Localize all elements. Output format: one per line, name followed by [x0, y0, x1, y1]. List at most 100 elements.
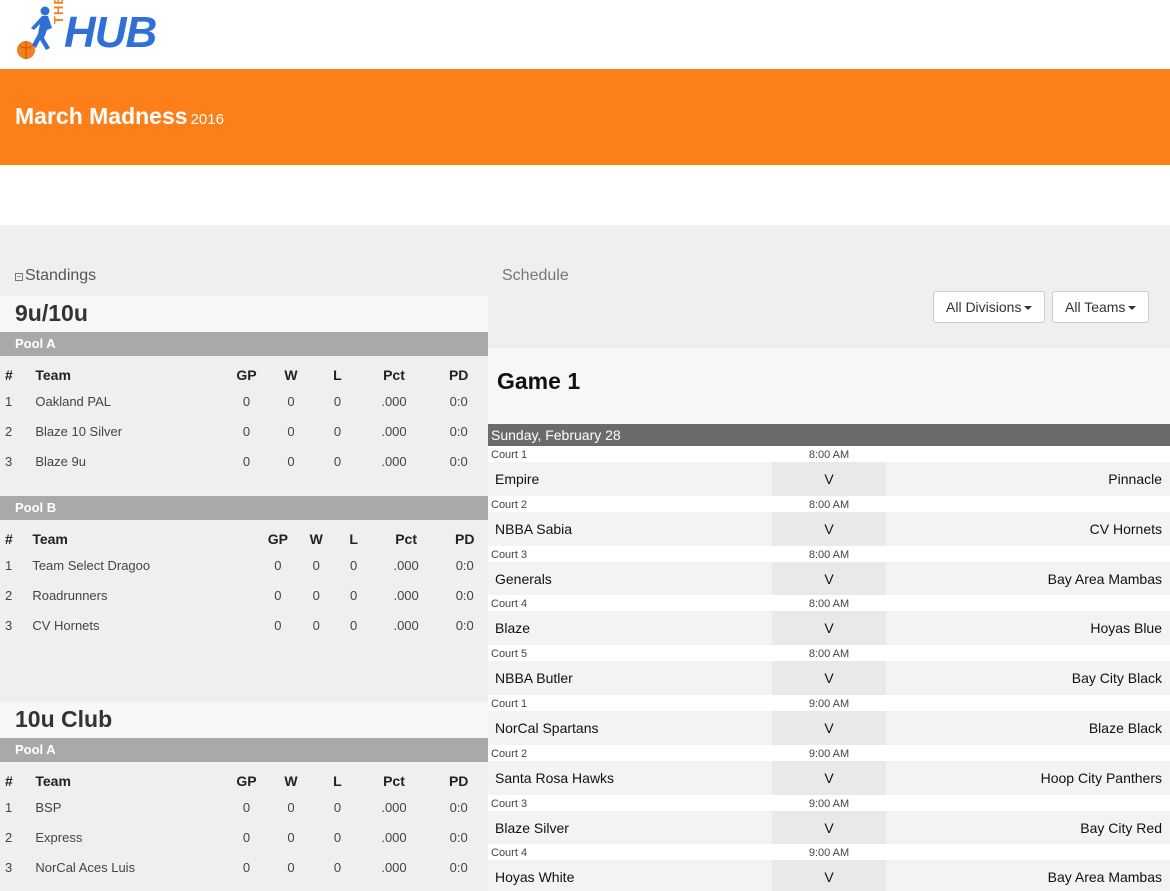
away-team[interactable]: Bay City Black — [1072, 670, 1162, 686]
away-team[interactable]: Hoop City Panthers — [1041, 770, 1162, 786]
home-team[interactable]: NBBA Butler — [495, 670, 573, 686]
team-name[interactable]: Team Select Dragoo — [32, 550, 259, 580]
schedule-panel: Schedule All Divisions All Teams Game 1 … — [488, 225, 1170, 891]
table-cell: 2 — [5, 829, 13, 845]
table-cell: 3 — [5, 453, 13, 469]
table-cell: 0 — [287, 829, 295, 845]
column-header[interactable]: Pct — [359, 356, 430, 386]
table-cell: 0 — [274, 617, 282, 633]
team-name[interactable]: CV Hornets — [32, 610, 259, 640]
game-row[interactable]: Court 4 9:00 AM Hoyas White V Bay Area Mamba… — [488, 844, 1170, 891]
table-cell: 0 — [349, 587, 358, 603]
court-label: Court 1 — [491, 697, 528, 710]
away-team[interactable]: Bay Area Mambas — [1048, 571, 1162, 587]
collapse-icon[interactable]: − — [15, 273, 23, 281]
versus-label: V — [772, 661, 886, 696]
team-name[interactable]: Blaze 9u — [35, 446, 227, 476]
column-header[interactable]: L — [316, 762, 358, 792]
hub-logo[interactable]: THE HUB — [14, 0, 184, 66]
column-header[interactable]: Pct — [371, 520, 442, 550]
table-header-row: # Team GP W L Pct PD — [0, 520, 488, 550]
column-header[interactable]: # — [0, 762, 35, 792]
divisions-dropdown[interactable]: All Divisions — [933, 291, 1046, 323]
game-row[interactable]: Court 2 9:00 AM Santa Rosa Hawks V Hoop City… — [488, 744, 1170, 795]
team-name[interactable]: Blaze 10 Silver — [35, 416, 227, 446]
pool: Pool A # Team GP W L Pct PD 1 BSP 0 0 0 .000 0:0 2 Expre… — [0, 738, 488, 891]
away-team[interactable]: Bay Area Mambas — [1048, 869, 1162, 885]
game-meta: Court 3 9:00 AM — [488, 794, 1170, 811]
event-banner: March Madness 2016 — [0, 69, 1170, 165]
home-team[interactable]: Empire — [495, 471, 539, 487]
court-label: Court 3 — [491, 797, 528, 810]
away-team[interactable]: Blaze Black — [1089, 720, 1162, 736]
team-name[interactable]: Roadrunners — [32, 580, 259, 610]
game-matchup: Blaze Silver V Bay City Red — [488, 810, 1170, 845]
table-cell: .000 — [381, 423, 407, 439]
game-row[interactable]: Court 3 8:00 AM Generals V Bay Area Mambas — [488, 545, 1170, 596]
home-team[interactable]: NorCal Spartans — [495, 720, 599, 736]
table-cell: 0:0 — [449, 829, 468, 845]
column-header[interactable]: PD — [429, 762, 488, 792]
table-cell: 0 — [333, 859, 342, 875]
column-header[interactable]: Team — [35, 356, 227, 386]
table-cell: 0:0 — [449, 423, 468, 439]
column-header[interactable]: Team — [32, 520, 259, 550]
teams-dropdown[interactable]: All Teams — [1052, 291, 1150, 323]
home-team[interactable]: Blaze — [495, 620, 530, 636]
home-team[interactable]: Hoyas White — [495, 869, 574, 885]
table-cell: 0:0 — [449, 393, 468, 409]
pool-spacer — [0, 882, 488, 891]
game-row[interactable]: Court 5 8:00 AM NBBA Butler V Bay City Black — [488, 645, 1170, 696]
home-team[interactable]: Santa Rosa Hawks — [495, 770, 614, 786]
column-header[interactable]: L — [336, 520, 370, 550]
column-header[interactable]: GP — [260, 520, 296, 550]
court-label: Court 4 — [491, 598, 528, 611]
team-name[interactable]: Express — [35, 822, 227, 852]
team-name[interactable]: NorCal Aces Luis — [35, 852, 227, 882]
pool-spacer — [0, 640, 488, 660]
game-row[interactable]: Court 4 8:00 AM Blaze V Hoyas Blue — [488, 595, 1170, 646]
column-header[interactable]: W — [266, 762, 317, 792]
game-row[interactable]: Court 2 8:00 AM NBBA Sabia V CV Hornets — [488, 495, 1170, 546]
home-team[interactable]: NBBA Sabia — [495, 521, 572, 537]
teams-dropdown-label: All Teams — [1065, 299, 1126, 315]
column-header[interactable]: Team — [35, 762, 227, 792]
away-team[interactable]: Hoyas Blue — [1090, 620, 1162, 636]
game-row[interactable]: Court 1 8:00 AM Empire V Pinnacle — [488, 446, 1170, 496]
column-header[interactable]: W — [266, 356, 317, 386]
game-header: Game 1 — [488, 348, 1170, 424]
table-row: 2 Express 0 0 0 .000 0:0 — [0, 822, 488, 852]
away-team[interactable]: Pinnacle — [1108, 471, 1162, 487]
standings-toggle[interactable]: − Standings — [15, 267, 96, 285]
column-header[interactable]: # — [0, 520, 32, 550]
table-row: 2 Blaze 10 Silver 0 0 0 .000 0:0 — [0, 416, 488, 446]
column-header[interactable]: Pct — [359, 762, 430, 792]
away-team[interactable]: Bay City Red — [1080, 820, 1162, 836]
table-cell: 0:0 — [455, 587, 474, 603]
game-time: 9:00 AM — [808, 697, 850, 710]
column-header[interactable]: L — [316, 356, 358, 386]
column-header[interactable]: GP — [227, 762, 265, 792]
column-header[interactable]: W — [296, 520, 336, 550]
column-header[interactable]: # — [0, 356, 35, 386]
table-cell: 0 — [333, 393, 342, 409]
home-team[interactable]: Generals — [495, 571, 552, 587]
team-name[interactable]: Oakland PAL — [35, 386, 227, 416]
game-row[interactable]: Court 1 9:00 AM NorCal Spartans V Blaze Blac… — [488, 694, 1170, 745]
game-row[interactable]: Court 3 9:00 AM Blaze Silver V Bay City Red — [488, 794, 1170, 845]
table-cell: 0 — [349, 557, 358, 573]
home-team[interactable]: Blaze Silver — [495, 820, 569, 836]
table-cell: 0 — [242, 829, 251, 845]
team-name[interactable]: BSP — [35, 792, 227, 822]
table-cell: 0 — [287, 859, 295, 875]
table-cell: 0 — [333, 799, 342, 815]
table-cell: 0 — [287, 393, 295, 409]
away-team[interactable]: CV Hornets — [1090, 521, 1162, 537]
column-header[interactable]: PD — [441, 520, 488, 550]
table-cell: 0 — [242, 799, 251, 815]
game-title: Game 1 — [497, 368, 581, 394]
column-header[interactable]: GP — [227, 356, 265, 386]
column-header[interactable]: PD — [429, 356, 488, 386]
game-time: 8:00 AM — [808, 548, 850, 561]
game-matchup: NBBA Butler V Bay City Black — [488, 661, 1170, 696]
